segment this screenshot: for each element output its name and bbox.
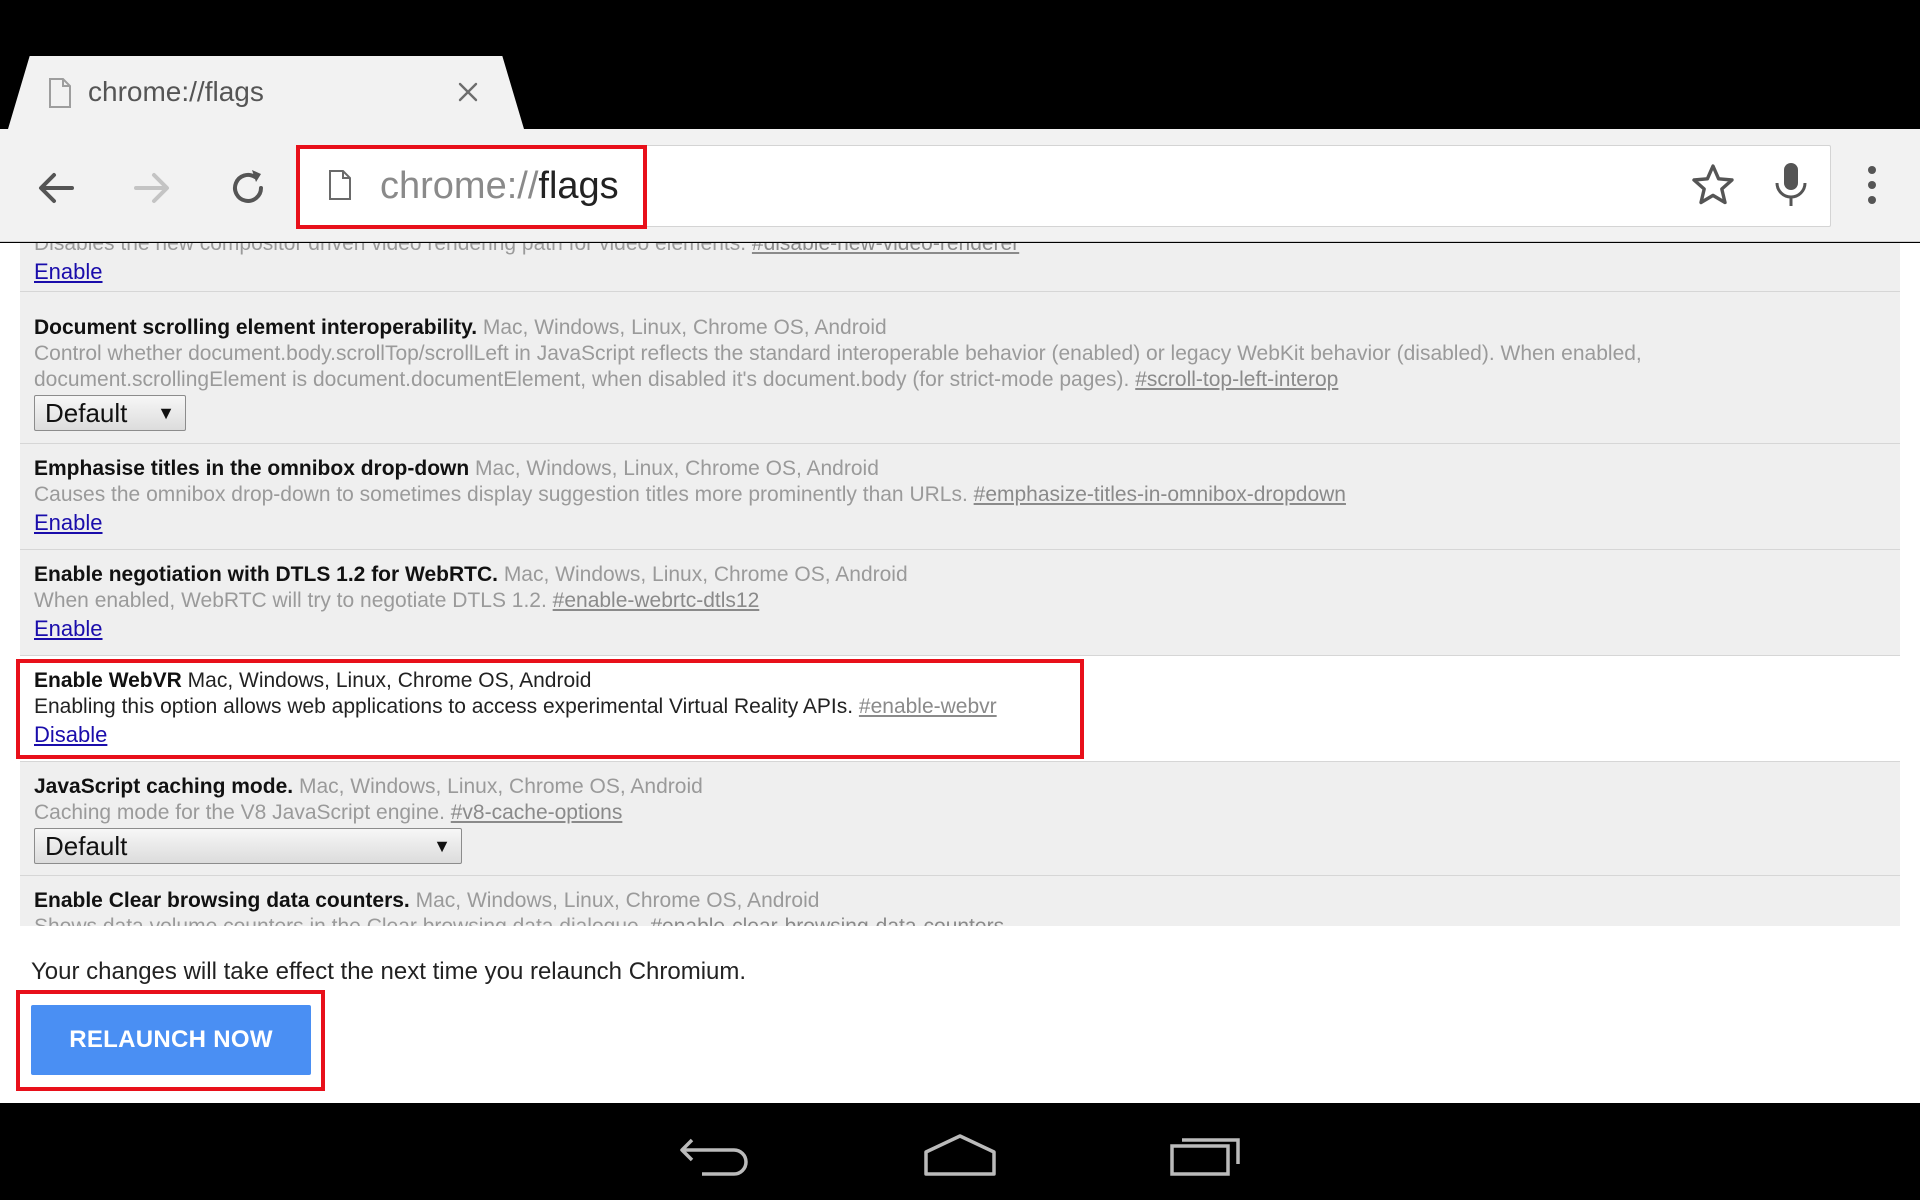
flag-name: Enable Clear browsing data counters. [34, 889, 410, 912]
omnibox-url[interactable]: chrome://flags [380, 164, 619, 208]
page-icon [329, 170, 351, 200]
flag-experiment-enabled: Enable WebVR Mac, Windows, Linux, Chrome… [20, 656, 1900, 762]
flag-experiment: JavaScript caching mode. Mac, Windows, L… [20, 762, 1900, 876]
select-value: Default [45, 830, 128, 861]
forward-arrow-icon[interactable] [128, 164, 176, 212]
flag-name: Enable negotiation with DTLS 1.2 for Web… [34, 563, 498, 586]
overflow-menu-icon[interactable] [1854, 162, 1890, 208]
flag-permalink[interactable]: #enable-clear-browsing-data-counters [650, 915, 1004, 926]
nav-back-icon[interactable] [676, 1128, 756, 1180]
flag-permalink[interactable]: #disable-new-video-renderer [752, 243, 1019, 255]
enable-link[interactable]: Enable [34, 614, 103, 644]
star-icon[interactable] [1690, 162, 1736, 208]
flag-description: Caching mode for the V8 JavaScript engin… [34, 801, 445, 824]
flag-description: Disables the new compositor driven video… [34, 243, 747, 255]
flag-permalink[interactable]: #emphasize-titles-in-omnibox-dropdown [974, 483, 1346, 506]
flag-permalink[interactable]: #enable-webvr [859, 695, 997, 718]
flag-name: Enable WebVR [34, 669, 182, 692]
tab-flags[interactable] [8, 56, 524, 129]
flag-select[interactable]: Default ▼ [34, 395, 186, 431]
enable-link[interactable]: Enable [34, 257, 103, 287]
url-scheme: chrome:// [380, 165, 539, 207]
relaunch-now-button[interactable]: RELAUNCH NOW [31, 1005, 311, 1075]
relaunch-notice: Your changes will take effect the next t… [31, 958, 747, 985]
flag-description: When enabled, WebRTC will try to negotia… [34, 589, 547, 612]
reload-icon[interactable] [224, 164, 272, 212]
flag-description: Control whether document.body.scrollTop/… [34, 342, 1642, 365]
nav-home-icon[interactable] [920, 1128, 1000, 1180]
close-icon[interactable] [452, 76, 484, 108]
tab-title: chrome://flags [88, 76, 264, 107]
flag-platforms: Mac, Windows, Linux, Chrome OS, Android [298, 775, 703, 798]
flag-platforms: Mac, Windows, Linux, Chrome OS, Android [187, 669, 592, 692]
flag-experiment: Enable negotiation with DTLS 1.2 for Web… [20, 550, 1900, 656]
flag-permalink[interactable]: #enable-webrtc-dtls12 [553, 589, 760, 612]
flags-page: Disables the new compositor driven video… [0, 243, 1920, 1103]
flag-platforms: Mac, Windows, Linux, Chrome OS, Android [482, 316, 887, 339]
page-icon [49, 78, 71, 108]
disable-link[interactable]: Disable [34, 720, 107, 750]
dropdown-arrow-icon: ▼ [433, 835, 451, 856]
tab-strip: chrome://flags [0, 0, 1920, 129]
back-arrow-icon[interactable] [32, 164, 80, 212]
flag-experiment: Emphasise titles in the omnibox drop-dow… [20, 444, 1900, 550]
flag-permalink[interactable]: #scroll-top-left-interop [1135, 368, 1338, 391]
dropdown-arrow-icon: ▼ [157, 402, 175, 423]
flags-list: Disables the new compositor driven video… [20, 243, 1900, 926]
flag-name: Emphasise titles in the omnibox drop-dow… [34, 457, 470, 480]
flag-platforms: Mac, Windows, Linux, Chrome OS, Android [503, 563, 908, 586]
flag-name: JavaScript caching mode. [34, 775, 294, 798]
flag-description: Shows data volume counters in the Clear … [34, 915, 645, 926]
flag-name: Document scrolling element interoperabil… [34, 316, 478, 339]
flag-experiment: Document scrolling element interoperabil… [20, 303, 1900, 444]
flag-description: document.scrollingElement is document.do… [34, 368, 1130, 391]
flag-description: Causes the omnibox drop-down to sometime… [34, 483, 968, 506]
url-host: flags [538, 165, 619, 207]
flag-select[interactable]: Default ▼ [34, 828, 462, 864]
flag-experiment: Enable Clear browsing data counters. Mac… [20, 876, 1900, 926]
flag-experiment: Disables the new compositor driven video… [20, 243, 1900, 292]
nav-recents-icon[interactable] [1166, 1128, 1246, 1180]
enable-link[interactable]: Enable [34, 508, 103, 538]
flag-permalink[interactable]: #v8-cache-options [451, 801, 623, 824]
flag-description: Enabling this option allows web applicat… [34, 695, 854, 718]
select-value: Default [45, 397, 128, 428]
flag-platforms: Mac, Windows, Linux, Chrome OS, Android [415, 889, 820, 912]
microphone-icon[interactable] [1768, 160, 1814, 210]
flag-platforms: Mac, Windows, Linux, Chrome OS, Android [475, 457, 879, 480]
